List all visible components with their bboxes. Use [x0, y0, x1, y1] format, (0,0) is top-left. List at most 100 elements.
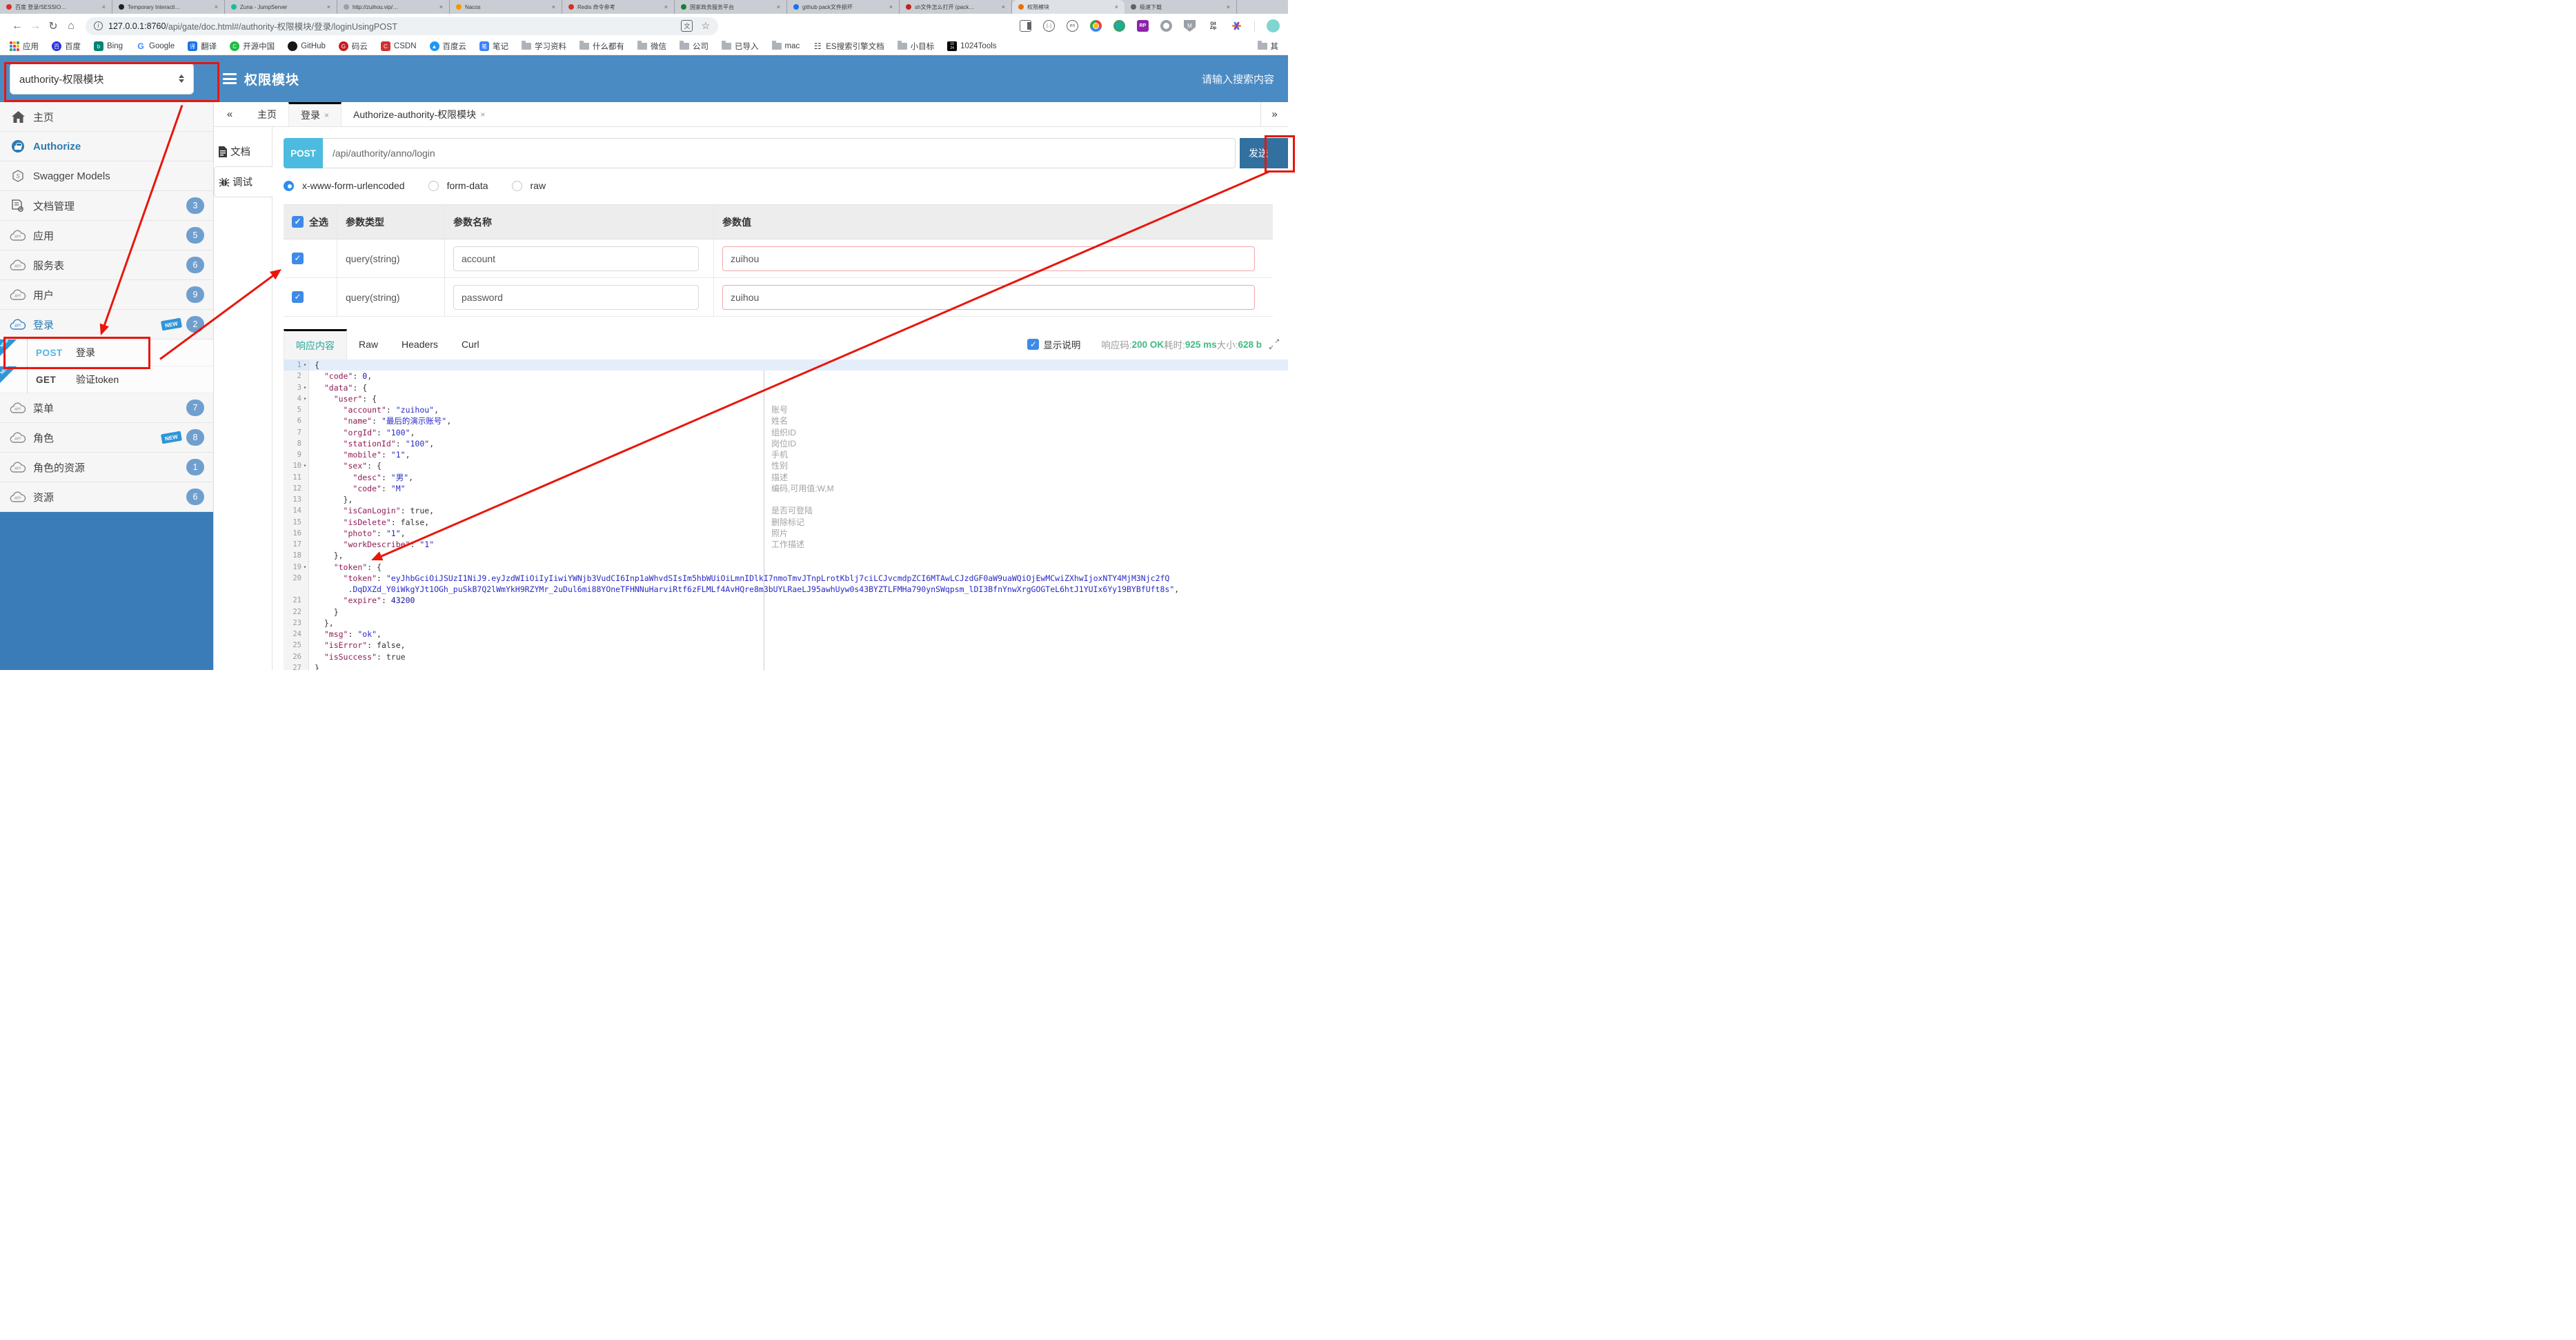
globe-extension-icon[interactable]: 🌐 — [1113, 20, 1125, 32]
tab-close-icon[interactable]: × — [102, 3, 106, 10]
close-tab-icon[interactable]: × — [324, 110, 329, 120]
module-select[interactable]: authority-权限模块 — [10, 63, 194, 95]
sidebar-endpoint-登录[interactable]: NEW POST 登录 — [0, 339, 213, 366]
show-desc-checkbox[interactable] — [1027, 339, 1040, 350]
sidebar-item-服务表[interactable]: API 服务表 6 — [0, 250, 213, 280]
tab-close-icon[interactable]: × — [552, 3, 555, 10]
back-icon[interactable]: ← — [8, 20, 26, 32]
doc-tab-Authorize-authority-权限模块[interactable]: Authorize-authority-权限模块 × — [341, 102, 497, 126]
bookmark-item[interactable]: 已导入 — [722, 41, 759, 52]
browser-tab[interactable]: 权限模块 × — [1012, 0, 1124, 14]
bookmark-item[interactable]: 公司 — [680, 41, 709, 52]
radio-x-www-form-urlencoded[interactable] — [284, 180, 294, 191]
collapse-tabs-button[interactable]: « — [214, 102, 246, 126]
tab-close-icon[interactable]: × — [1227, 3, 1230, 10]
sidebar-endpoint-验证token[interactable]: NEW GET 验证token — [0, 366, 213, 393]
response-tab-响应内容[interactable]: 响应内容 — [284, 329, 347, 359]
bookmark-item[interactable]: C 开源中国 — [230, 41, 275, 52]
sidebar-item-用户[interactable]: API 用户 9 — [0, 280, 213, 310]
tab-close-icon[interactable]: × — [889, 3, 893, 10]
gray-circle-extension-icon[interactable] — [1160, 20, 1172, 32]
doc-tab-登录[interactable]: 登录 × — [288, 102, 342, 126]
response-tab-Headers[interactable]: Headers — [390, 329, 450, 359]
translate-icon[interactable]: 文 — [681, 20, 693, 32]
response-tab-Curl[interactable]: Curl — [450, 329, 491, 359]
address-bar[interactable]: i 127.0.0.1:8760/api/gate/doc.html#/auth… — [86, 17, 718, 35]
row-checkbox[interactable] — [292, 291, 304, 303]
radio-form-data[interactable] — [428, 180, 439, 191]
bookmark-item[interactable]: b Bing — [94, 41, 123, 51]
search-input[interactable]: 请输入搜索内容 — [1202, 72, 1274, 86]
sidebar-item-菜单[interactable]: API 菜单 7 — [0, 393, 213, 423]
bookmark-item[interactable]: G 码云 — [338, 41, 368, 52]
doc-tab-主页[interactable]: 主页 — [246, 102, 288, 126]
sidebar-item-主页[interactable]: 主页 — [0, 102, 213, 132]
hamburger-icon[interactable] — [223, 73, 237, 84]
side-panel-icon[interactable] — [1020, 20, 1031, 32]
expand-tabs-button[interactable]: » — [1260, 102, 1288, 126]
row-checkbox[interactable] — [292, 253, 304, 264]
send-button[interactable]: 发送 — [1240, 138, 1288, 168]
browser-tab[interactable]: github pack文件损坏 × — [787, 0, 900, 14]
tab-close-icon[interactable]: × — [777, 3, 780, 10]
browser-tab[interactable]: sh文件怎么打开 (pack… × — [900, 0, 1012, 14]
bookmark-item[interactable]: 笔笔记 — [479, 41, 508, 52]
bookmark-item[interactable]: 什么都有 — [579, 41, 624, 52]
browser-tab[interactable]: Temporary Interacti… × — [112, 0, 225, 14]
browser-tab[interactable]: 国家政务服务平台 × — [675, 0, 787, 14]
param-value-input[interactable]: zuihou — [722, 284, 1255, 310]
shield-extension-icon[interactable]: M — [1184, 20, 1196, 32]
browser-tab[interactable]: Nacos × — [450, 0, 562, 14]
bookmark-item[interactable]: 应用 — [10, 41, 39, 52]
bookmark-item[interactable]: mac — [771, 41, 800, 50]
home-icon[interactable]: ⌂ — [62, 20, 80, 32]
param-name-input[interactable]: account — [453, 246, 699, 271]
tab-debug[interactable]: 调试 — [214, 166, 273, 197]
browser-tab[interactable]: Zuna - JumpServer × — [225, 0, 337, 14]
bookmark-item[interactable]: GitHub — [288, 41, 326, 51]
chrome-extension-icon[interactable] — [1090, 20, 1102, 32]
sidebar-item-角色[interactable]: API 角色 NEW 8 — [0, 423, 213, 453]
reload-icon[interactable]: ↻ — [44, 19, 62, 33]
tab-close-icon[interactable]: × — [1115, 3, 1118, 10]
bookmark-item[interactable]: 百百度 — [52, 41, 81, 52]
sidebar-item-应用[interactable]: API 应用 5 — [0, 221, 213, 250]
fullscreen-icon[interactable]: ↗ ↙ — [1269, 337, 1280, 351]
fold-caret[interactable]: ▾ — [301, 393, 308, 404]
sidebar-item-角色的资源[interactable]: API 角色的资源 1 — [0, 453, 213, 482]
bookmark-item[interactable]: ☷ ES搜索引擎文档 — [813, 41, 884, 52]
sidebar-item-资源[interactable]: API 资源 6 — [0, 482, 213, 512]
radio-raw[interactable] — [511, 180, 522, 191]
bookmark-item[interactable]: 译翻译 — [188, 41, 217, 52]
browser-tab[interactable]: Redis 命令参考 × — [562, 0, 675, 14]
request-url-input[interactable]: /api/authority/anno/login — [323, 138, 1236, 168]
tab-close-icon[interactable]: × — [664, 3, 668, 10]
bookmark-item[interactable]: C CSDN — [380, 41, 417, 51]
sidebar-item-登录[interactable]: API 登录 NEW 2 — [0, 310, 213, 339]
tab-doc[interactable]: 文档 — [214, 137, 272, 166]
bookmark-item[interactable]: 学习资料 — [522, 41, 566, 52]
browser-tab[interactable]: http://zuihou.vip/… × — [337, 0, 450, 14]
braces-extension-icon[interactable]: {..} — [1043, 20, 1055, 32]
param-name-input[interactable]: password — [453, 284, 699, 310]
fold-caret[interactable]: ▾ — [301, 382, 308, 393]
response-json-viewer[interactable]: 1 ▾{2 "code": 0, 3 ▾ "data": {4 ▾ "user": {5… — [284, 359, 1288, 670]
colorful-asterisk-extension-icon[interactable] — [1231, 20, 1242, 32]
tab-close-icon[interactable]: × — [1002, 3, 1005, 10]
close-tab-icon[interactable]: × — [480, 110, 485, 119]
tab-close-icon[interactable]: × — [215, 3, 218, 10]
bookmark-item[interactable]: ▲ 百度云 — [429, 41, 466, 52]
forward-icon[interactable]: → — [26, 20, 44, 32]
bookmark-star-icon[interactable]: ☆ — [701, 20, 710, 32]
bookmark-item[interactable]: 小目标 — [897, 41, 934, 52]
response-tab-Raw[interactable]: Raw — [347, 329, 390, 359]
fold-caret[interactable]: ▾ — [301, 359, 308, 371]
select-all-checkbox[interactable] — [292, 216, 304, 228]
rp-extension-icon[interactable]: RP — [1137, 20, 1149, 32]
fold-caret[interactable]: ▾ — [301, 562, 308, 573]
gitzip-extension-icon[interactable]: Git Zip — [1207, 20, 1219, 32]
page-info-icon[interactable]: i — [94, 21, 103, 30]
sidebar-item-文档管理[interactable]: 文档管理 3 — [0, 191, 213, 221]
browser-tab[interactable]: 极速下载 × — [1124, 0, 1237, 14]
bookmark-item[interactable]: 10 24 1024Tools — [947, 41, 997, 51]
